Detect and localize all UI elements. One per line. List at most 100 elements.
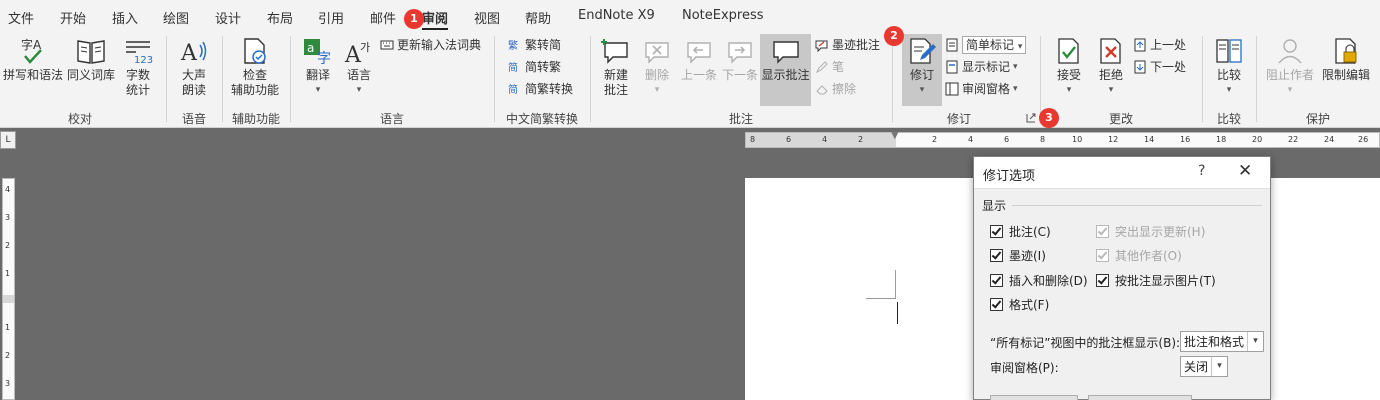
show-markup-icon	[945, 60, 959, 74]
group-label-tracking: 修订	[946, 112, 971, 126]
convert-icon: 简	[508, 60, 522, 74]
spelling-grammar-button[interactable]: 字A 拼写和语法	[2, 36, 64, 83]
menu-endnote[interactable]: EndNote X9	[578, 8, 655, 23]
read-aloud-button[interactable]: A 大声 朗读	[172, 36, 216, 98]
ruler-tick: 22	[1288, 135, 1299, 144]
to-simplified-label: 繁转简	[525, 38, 562, 52]
menu-references[interactable]: 引用	[318, 8, 344, 27]
chinese-conversion-button[interactable]: 简 简繁转换	[508, 79, 573, 99]
simplified-to-traditional-button[interactable]: 简 简转繁	[508, 57, 561, 77]
checkbox-box	[990, 298, 1003, 311]
indent-marker[interactable]: ▼	[891, 130, 899, 141]
show-comments-button[interactable]: 显示批注	[760, 34, 811, 106]
accept-button[interactable]: 接受 ▾	[1050, 36, 1088, 98]
change-user-button[interactable]	[1088, 395, 1192, 400]
read-aloud-icon: A	[178, 36, 210, 66]
menu-draw[interactable]: 绘图	[163, 8, 189, 27]
group-label-chinese: 中文简繁转换	[505, 112, 578, 126]
ruler-tick: 12	[1108, 135, 1119, 144]
menu-view[interactable]: 视图	[474, 8, 500, 27]
spelling-check-icon: 字A	[17, 36, 49, 66]
reviewing-pane-select[interactable]: 关闭 ▾	[1180, 356, 1228, 377]
vertical-ruler[interactable]: 4 3 2 1 1 2 3	[2, 178, 15, 400]
ruler-tick: 20	[1252, 135, 1263, 144]
block-authors-button[interactable]: 阻止作者 ▾	[1262, 36, 1318, 98]
menu-mailings[interactable]: 邮件	[370, 8, 396, 27]
highlight-updates-checkbox[interactable]: 突出显示更新(H)	[1096, 223, 1205, 240]
checkbox-label: 按批注显示图片(T)	[1115, 274, 1216, 288]
word-count-button[interactable]: 123 字数 统计	[118, 36, 158, 98]
track-changes-button[interactable]: 修订 ▾	[902, 34, 942, 106]
traditional-to-simplified-button[interactable]: 繁 繁转简	[508, 35, 561, 55]
new-comment-button[interactable]: 新建 批注	[596, 36, 636, 98]
language-button[interactable]: A가 语言 ▾	[340, 36, 378, 98]
other-authors-checkbox[interactable]: 其他作者(O)	[1096, 247, 1182, 264]
translate-button[interactable]: a字 翻译 ▾	[298, 36, 338, 98]
help-button[interactable]: ?	[1198, 163, 1205, 179]
reviewing-pane-button[interactable]: 审阅窗格 ▾	[945, 79, 1018, 99]
menu-layout[interactable]: 布局	[267, 8, 293, 27]
delete-comment-button[interactable]: 删除 ▾	[638, 36, 676, 98]
show-markup-button[interactable]: 显示标记 ▾	[945, 57, 1018, 77]
ruler-tick: 16	[1180, 135, 1191, 144]
chevron-down-icon: ▾	[356, 85, 362, 95]
menu-noteexpress[interactable]: NoteExpress	[682, 8, 764, 23]
balloons-label: “所有标记”视图中的批注框显示(B):	[990, 336, 1181, 350]
previous-change-button[interactable]: 上一处	[1133, 35, 1186, 55]
restrict-editing-button[interactable]: 限制编辑	[1318, 36, 1374, 83]
dialog-titlebar[interactable]: 修订选项 ? ✕	[974, 157, 1270, 189]
previous-comment-button[interactable]: 上一条	[678, 36, 720, 83]
group-label-proofing: 校对	[67, 112, 92, 126]
block-authors-icon	[1274, 36, 1306, 66]
next-comment-button[interactable]: 下一条	[720, 36, 760, 83]
check-icon	[991, 298, 1002, 309]
checkbox-box	[1096, 225, 1109, 238]
next-change-button[interactable]: 下一处	[1133, 57, 1186, 77]
advanced-options-button[interactable]	[990, 395, 1078, 400]
step-badge-1: 1	[404, 9, 424, 29]
ink-checkbox[interactable]: 墨迹(I)	[990, 247, 1046, 264]
ruler-tick: 1	[5, 323, 11, 332]
eraser-button[interactable]: 擦除	[815, 79, 856, 99]
menu-review[interactable]: 审阅	[422, 8, 449, 30]
check-icon	[1097, 249, 1108, 260]
menu-file[interactable]: 文件	[8, 8, 34, 27]
reviewing-pane-icon	[945, 82, 959, 96]
word-count-label-1: 字数	[125, 68, 150, 82]
reviewing-pane-label: 审阅窗格	[962, 82, 1011, 96]
horizontal-ruler[interactable]: 8 6 4 2 ▼ 2 4 6 8 10 12 14 16 18 20 22 2…	[745, 130, 1380, 148]
checkbox-label: 突出显示更新(H)	[1115, 225, 1206, 239]
menu-help[interactable]: 帮助	[525, 8, 551, 27]
ruler-tick: 8	[1040, 135, 1046, 144]
tab-stop-selector[interactable]: L	[0, 131, 16, 149]
balloons-select[interactable]: 批注和格式 ▾	[1180, 331, 1264, 352]
update-ime-dictionary-button[interactable]: 更新输入法词典	[380, 35, 481, 55]
svg-text:字A: 字A	[21, 37, 42, 52]
ruler-tick: 4	[822, 135, 828, 144]
compare-button[interactable]: 比较 ▾	[1210, 36, 1248, 98]
ruler-tick: 2	[932, 135, 938, 144]
tracking-options-launcher[interactable]	[1026, 110, 1036, 124]
close-button[interactable]: ✕	[1238, 161, 1252, 181]
reviewing-pane-field-label: 审阅窗格(P):	[990, 361, 1059, 375]
group-label-speech: 语音	[181, 112, 206, 126]
comments-checkbox[interactable]: 批注(C)	[990, 223, 1051, 240]
markup-display-dropdown[interactable]: 简单标记 ▾	[962, 36, 1027, 54]
menu-design[interactable]: 设计	[215, 8, 241, 27]
pictures-by-comments-checkbox[interactable]: 按批注显示图片(T)	[1096, 272, 1216, 289]
insertions-deletions-checkbox[interactable]: 插入和删除(D)	[990, 272, 1088, 289]
formatting-checkbox[interactable]: 格式(F)	[990, 296, 1049, 313]
group-label-protect: 保护	[1305, 112, 1330, 126]
reject-button[interactable]: 拒绝 ▾	[1092, 36, 1130, 98]
previous-change-icon	[1133, 38, 1147, 52]
menu-insert[interactable]: 插入	[112, 8, 138, 27]
check-accessibility-button[interactable]: 检查 辅助功能	[226, 36, 284, 98]
group-label-changes: 更改	[1108, 112, 1133, 126]
ink-comment-button[interactable]: 墨迹批注	[815, 35, 880, 55]
markup-display-select[interactable]: 简单标记 ▾	[945, 35, 1027, 55]
menu-home[interactable]: 开始	[60, 8, 86, 27]
pen-button[interactable]: 笔	[815, 57, 844, 77]
thesaurus-button[interactable]: 同义词库	[64, 36, 118, 83]
checkbox-box	[1096, 249, 1109, 262]
chevron-down-icon: ▾	[1013, 84, 1018, 94]
